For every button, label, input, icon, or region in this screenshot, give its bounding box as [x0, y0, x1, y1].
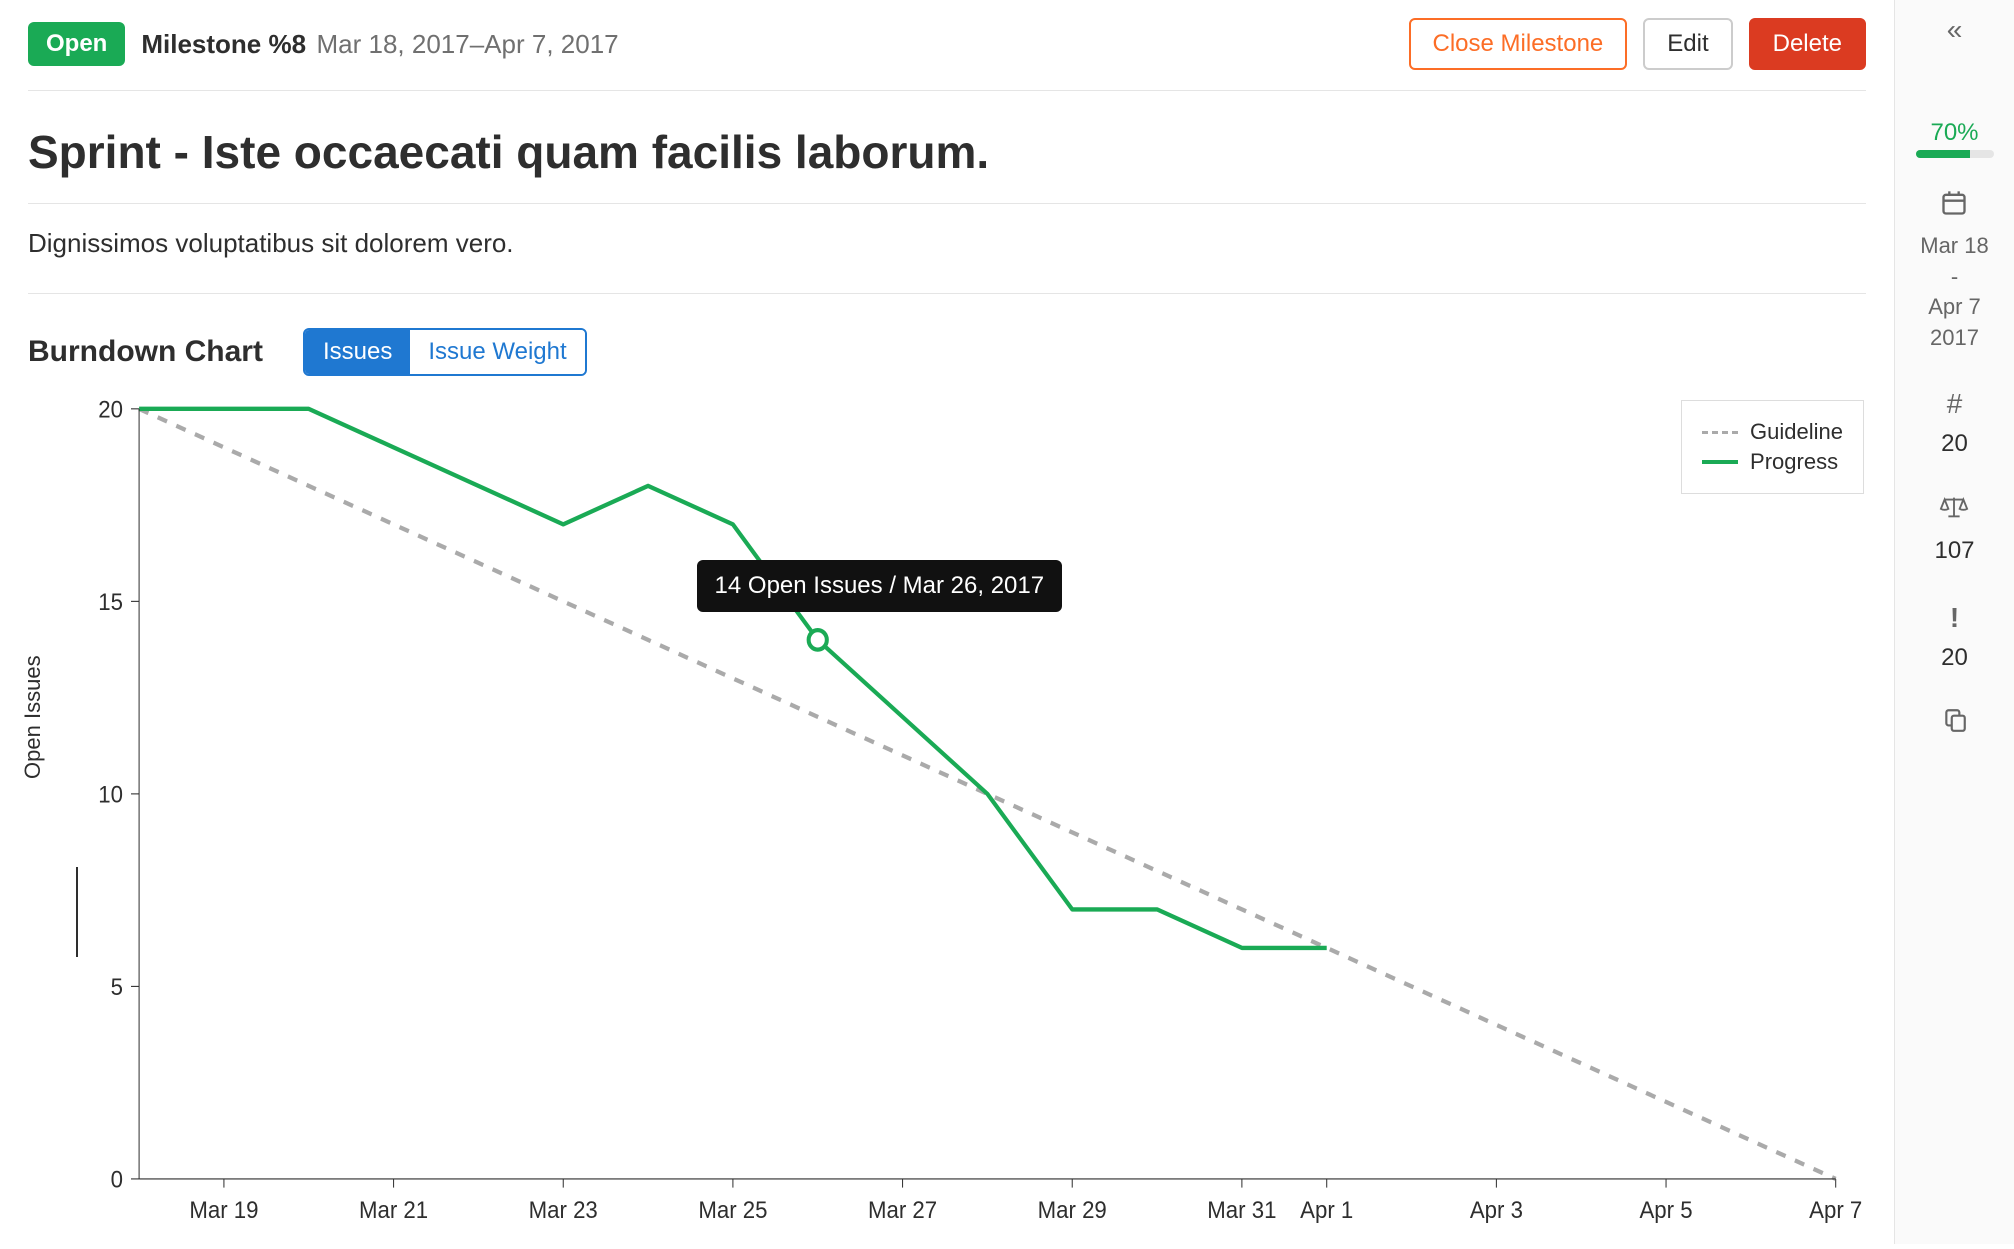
- close-milestone-button[interactable]: Close Milestone: [1409, 18, 1628, 70]
- progress-widget: 70%: [1916, 76, 1994, 158]
- svg-text:15: 15: [98, 588, 123, 615]
- sidebar-date-dash: -: [1920, 262, 1988, 293]
- y-axis-label-indicator: [76, 867, 78, 957]
- sidebar-dates[interactable]: Mar 18 - Apr 7 2017: [1920, 188, 1988, 354]
- edit-button[interactable]: Edit: [1643, 18, 1732, 70]
- chart-title: Burndown Chart: [28, 335, 263, 369]
- sidebar-date-year: 2017: [1920, 323, 1988, 354]
- svg-text:20: 20: [98, 398, 123, 423]
- chart-y-axis-label: Open Issues: [20, 655, 46, 779]
- sidebar-weight[interactable]: 107: [1934, 491, 1974, 568]
- svg-text:Mar 31: Mar 31: [1207, 1196, 1276, 1223]
- tab-issue-weight[interactable]: Issue Weight: [410, 330, 584, 374]
- sidebar-mr-value: 20: [1941, 641, 1968, 675]
- chart-svg: 0 5 10 15 20 Mar 19 Mar 21 Mar 23 Mar 25 Mar 27 Ma…: [28, 398, 1866, 1244]
- chart-mode-toggle: Issues Issue Weight: [303, 328, 587, 376]
- legend-label-progress: Progress: [1750, 449, 1838, 475]
- chart-tooltip: 14 Open Issues / Mar 26, 2017: [697, 560, 1063, 612]
- svg-text:10: 10: [98, 781, 123, 808]
- svg-text:Apr 1: Apr 1: [1300, 1196, 1353, 1223]
- chart-legend: Guideline Progress: [1681, 400, 1864, 494]
- milestone-date-range: Mar 18, 2017–Apr 7, 2017: [317, 29, 619, 59]
- sidebar-date-start: Mar 18: [1920, 231, 1988, 262]
- svg-text:Mar 27: Mar 27: [868, 1196, 937, 1223]
- sidebar-weight-value: 107: [1934, 534, 1974, 568]
- progress-percent: 70%: [1916, 116, 1994, 150]
- scale-icon: [1934, 491, 1974, 530]
- svg-text:Mar 29: Mar 29: [1038, 1196, 1107, 1223]
- legend-swatch-guideline: [1702, 431, 1738, 434]
- sidebar-reference[interactable]: [1942, 704, 1968, 747]
- sidebar-merge-requests[interactable]: ! 20: [1941, 598, 1968, 675]
- progress-bar-fill: [1916, 150, 1971, 158]
- right-sidebar: « 70% Mar 18 - Apr 7 2017 # 20 107 ! 20: [1894, 0, 2014, 1244]
- legend-swatch-progress: [1702, 460, 1738, 464]
- svg-text:Mar 21: Mar 21: [359, 1196, 428, 1223]
- svg-text:Mar 19: Mar 19: [189, 1196, 258, 1223]
- sidebar-issues-count[interactable]: # 20: [1941, 384, 1968, 461]
- svg-text:5: 5: [111, 973, 123, 1000]
- legend-label-guideline: Guideline: [1750, 419, 1843, 445]
- exclaim-icon: !: [1941, 598, 1968, 637]
- burndown-chart: Open Issues 05101520Mar 19Mar 21Mar 23Ma…: [28, 388, 1866, 1244]
- sidebar-date-end: Apr 7: [1920, 292, 1988, 323]
- collapse-sidebar-icon[interactable]: «: [1947, 14, 1963, 46]
- page-title: Sprint - Iste occaecati quam facilis lab…: [28, 91, 1866, 204]
- svg-text:Apr 3: Apr 3: [1470, 1196, 1523, 1223]
- milestone-name: Milestone %8: [141, 29, 306, 59]
- status-badge: Open: [28, 22, 125, 66]
- svg-text:Mar 25: Mar 25: [698, 1196, 767, 1223]
- milestone-description: Dignissimos voluptatibus sit dolorem ver…: [28, 204, 1866, 294]
- sidebar-issues-value: 20: [1941, 427, 1968, 461]
- calendar-icon: [1920, 188, 1988, 227]
- delete-button[interactable]: Delete: [1749, 18, 1866, 70]
- copy-icon: [1942, 704, 1968, 743]
- hash-icon: #: [1941, 384, 1968, 423]
- svg-text:Apr 5: Apr 5: [1639, 1196, 1692, 1223]
- svg-text:Apr 7: Apr 7: [1809, 1196, 1862, 1223]
- milestone-header: Open Milestone %8 Mar 18, 2017–Apr 7, 20…: [28, 8, 1866, 91]
- svg-text:0: 0: [111, 1166, 123, 1193]
- svg-text:Mar 23: Mar 23: [529, 1196, 598, 1223]
- progress-bar: [1916, 150, 1994, 158]
- tab-issues[interactable]: Issues: [305, 330, 410, 374]
